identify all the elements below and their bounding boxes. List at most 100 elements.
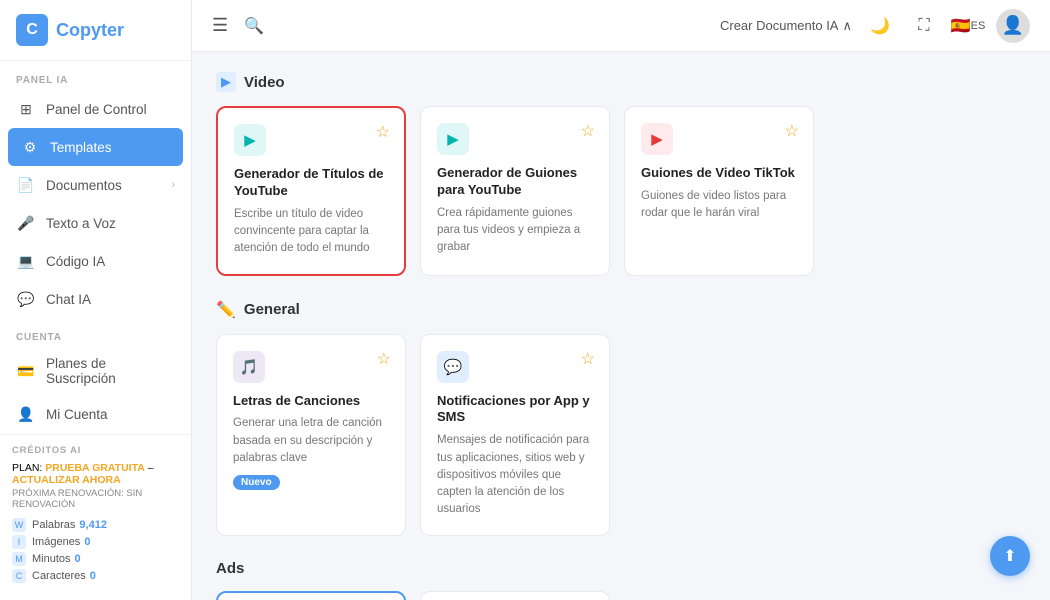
content-area: ▶ Video ▶ ☆ Generador de Títulos de YouT… [192, 52, 1050, 600]
chevron-right-icon: › [171, 179, 175, 191]
card-notificaciones-app-sms[interactable]: 💬 ☆ Notificaciones por App y SMS Mensaje… [420, 334, 610, 536]
ads-section-header: Ads [216, 560, 1026, 577]
credit-label-imagenes: Imágenes [32, 536, 80, 548]
ads-cards-grid: 🎧 ☆ Títulos Clickbait Ad ☆ Titulares de … [216, 591, 1026, 600]
star-icon-notificaciones[interactable]: ☆ [581, 349, 595, 369]
card-titulos-clickbait[interactable]: 🎧 ☆ Títulos Clickbait [216, 591, 406, 600]
video-cards-grid: ▶ ☆ Generador de Títulos de YouTube Escr… [216, 106, 1026, 276]
card-icon-guiones: ▶ [437, 123, 469, 155]
crear-documento-button[interactable]: Crear Documento IA ∧ [720, 18, 852, 34]
mic-icon: 🎤 [16, 213, 36, 233]
gear-icon: ⚙ [20, 137, 40, 157]
renovacion-label: PRÓXIMA RENOVACIÓN: SIN RENOVACIÓN [12, 488, 179, 510]
credit-value-palabras: 9,412 [79, 519, 107, 531]
plan-label: PLAN: PRUEBA GRATUITA – ACTUALIZAR AHORA [12, 462, 179, 486]
scroll-top-icon: ⬆ [1003, 546, 1016, 566]
sidebar-label-chat-ia: Chat IA [46, 292, 175, 307]
sidebar-item-texto-a-voz[interactable]: 🎤 Texto a Voz [0, 204, 191, 242]
card-desc-guiones: Crea rápidamente guiones para tus videos… [437, 205, 593, 257]
star-icon-guiones[interactable]: ☆ [581, 121, 595, 141]
sidebar-item-panel-control[interactable]: ⊞ Panel de Control [0, 90, 191, 128]
user-avatar[interactable]: 👤 [996, 9, 1030, 43]
sidebar-item-chat-ia[interactable]: 💬 Chat IA [0, 280, 191, 318]
main-area: ☰ 🔍 Crear Documento IA ∧ 🌙 ⛶ 🇪🇸 ES 👤 ▶ V… [192, 0, 1050, 600]
card-icon-letras: 🎵 [233, 351, 265, 383]
fullscreen-button[interactable]: ⛶ [908, 10, 940, 42]
general-section-icon: ✏️ [216, 300, 236, 320]
star-icon-tiktok[interactable]: ☆ [785, 121, 799, 141]
general-section-title: General [244, 301, 300, 318]
menu-icon[interactable]: ☰ [212, 15, 228, 36]
code-icon: 💻 [16, 251, 36, 271]
credit-label-minutos: Minutos [32, 553, 71, 565]
sidebar-item-mi-cuenta[interactable]: 👤 Mi Cuenta [0, 395, 191, 433]
ads-section-title: Ads [216, 560, 244, 577]
general-section-header: ✏️ General [216, 300, 1026, 320]
card-generador-guiones-youtube[interactable]: ▶ ☆ Generador de Guiones para YouTube Cr… [420, 106, 610, 276]
topbar-right: Crear Documento IA ∧ 🌙 ⛶ 🇪🇸 ES 👤 [720, 9, 1030, 43]
sidebar-bottom: CRÉDITOS AI PLAN: PRUEBA GRATUITA – ACTU… [0, 434, 191, 600]
search-icon[interactable]: 🔍 [244, 16, 264, 36]
dark-mode-toggle[interactable]: 🌙 [864, 10, 896, 42]
card-title-notificaciones: Notificaciones por App y SMS [437, 393, 593, 427]
sidebar-label-codigo-ia: Código IA [46, 254, 175, 269]
card-titulares-anuncios[interactable]: Ad ☆ Titulares de Anuncios [420, 591, 610, 600]
plan-free[interactable]: PRUEBA GRATUITA [45, 462, 145, 474]
card-desc-titulos: Escribe un título de video convincente p… [234, 206, 388, 258]
card-desc-letras: Generar una letra de canción basada en s… [233, 415, 389, 467]
credit-label-palabras: Palabras [32, 519, 75, 531]
badge-nuevo-letras: Nuevo [233, 475, 280, 490]
card-desc-notificaciones: Mensajes de notificación para tus aplica… [437, 432, 593, 518]
card-desc-tiktok: Guiones de video listos para rodar que l… [641, 188, 797, 223]
doc-icon: 📄 [16, 175, 36, 195]
caracteres-icon: C [12, 569, 26, 583]
imagenes-icon: I [12, 535, 26, 549]
minutos-icon: M [12, 552, 26, 566]
lang-label: ES [971, 20, 986, 32]
card-title-letras: Letras de Canciones [233, 393, 389, 410]
sidebar-label-mi-cuenta: Mi Cuenta [46, 407, 175, 422]
card-title-titulos: Generador de Títulos de YouTube [234, 166, 388, 200]
chat-icon: 💬 [16, 289, 36, 309]
credit-row-minutos: M Minutos 0 [12, 552, 179, 566]
sidebar-label-texto-a-voz: Texto a Voz [46, 216, 175, 231]
video-section-title: Video [244, 74, 285, 91]
user-icon: 👤 [16, 404, 36, 424]
credit-row-imagenes: I Imágenes 0 [12, 535, 179, 549]
palabras-icon: W [12, 518, 26, 532]
logo-name: Copyter [56, 20, 124, 41]
panel-ia-label: PANEL IA [0, 61, 191, 90]
sidebar: C Copyter PANEL IA ⊞ Panel de Control ⚙ … [0, 0, 192, 600]
chevron-up-icon: ∧ [842, 18, 852, 34]
sidebar-item-documentos[interactable]: 📄 Documentos › [0, 166, 191, 204]
card-letras-canciones[interactable]: 🎵 ☆ Letras de Canciones Generar una letr… [216, 334, 406, 536]
grid-icon: ⊞ [16, 99, 36, 119]
logo-icon: C [16, 14, 48, 46]
sidebar-label-panel-control: Panel de Control [46, 102, 175, 117]
card-icon-tiktok: ▶ [641, 123, 673, 155]
card-generador-titulos-youtube[interactable]: ▶ ☆ Generador de Títulos de YouTube Escr… [216, 106, 406, 276]
logo-area: C Copyter [0, 0, 191, 61]
sidebar-item-codigo-ia[interactable]: 💻 Código IA [0, 242, 191, 280]
plan-update[interactable]: ACTUALIZAR AHORA [12, 474, 121, 486]
card-icon-titulos: ▶ [234, 124, 266, 156]
scroll-top-button[interactable]: ⬆ [990, 536, 1030, 576]
language-flag[interactable]: 🇪🇸 ES [952, 10, 984, 42]
flag-icon: 🇪🇸 [951, 16, 971, 36]
card-guiones-tiktok[interactable]: ▶ ☆ Guiones de Video TikTok Guiones de v… [624, 106, 814, 276]
video-section-icon: ▶ [216, 72, 236, 92]
card-title-tiktok: Guiones de Video TikTok [641, 165, 797, 182]
general-cards-grid: 🎵 ☆ Letras de Canciones Generar una letr… [216, 334, 1026, 536]
sidebar-label-documentos: Documentos [46, 178, 171, 193]
sidebar-item-planes[interactable]: 💳 Planes de Suscripción [0, 347, 191, 395]
credit-label-caracteres: Caracteres [32, 570, 86, 582]
card-icon-notificaciones: 💬 [437, 351, 469, 383]
video-section-header: ▶ Video [216, 72, 1026, 92]
star-icon-letras[interactable]: ☆ [377, 349, 391, 369]
credit-value-caracteres: 0 [90, 570, 96, 582]
credit-row-caracteres: C Caracteres 0 [12, 569, 179, 583]
sidebar-item-templates[interactable]: ⚙ Templates [8, 128, 183, 166]
star-icon-titulos[interactable]: ☆ [376, 122, 390, 142]
cuenta-label: CUENTA [0, 318, 191, 347]
creditcard-icon: 💳 [16, 361, 36, 381]
